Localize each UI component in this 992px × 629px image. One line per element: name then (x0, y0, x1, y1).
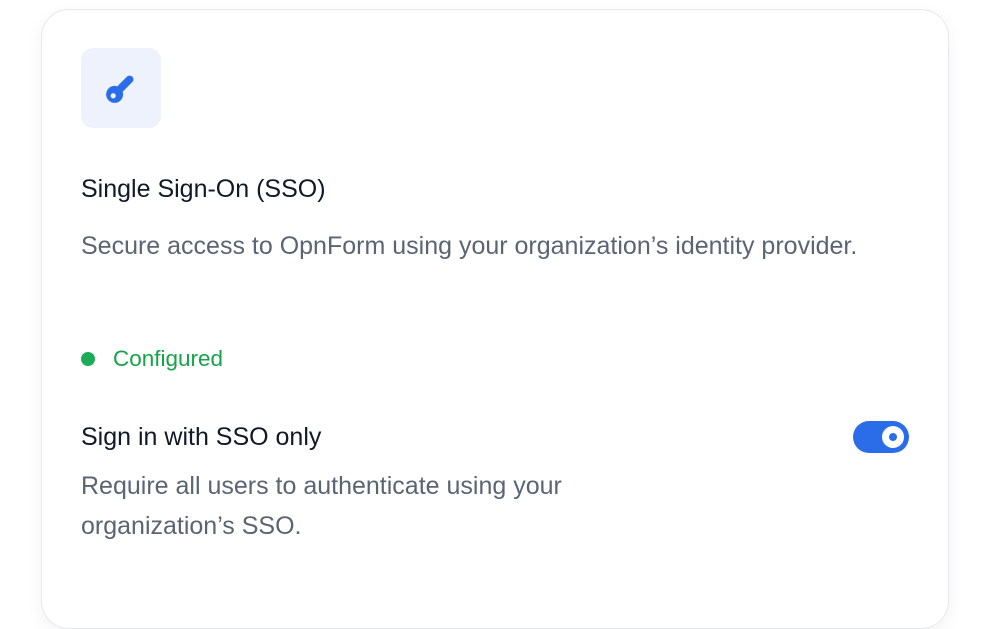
status-indicator: Configured (81, 344, 223, 374)
sso-only-label: Sign in with SSO only (81, 423, 322, 451)
status-dot-icon (81, 352, 95, 366)
card-title: Single Sign-On (SSO) (81, 175, 326, 203)
sso-settings-card: Single Sign-On (SSO) Secure access to Op… (41, 9, 949, 629)
card-description: Secure access to OpnForm using your orga… (81, 232, 858, 260)
key-icon (106, 75, 134, 103)
sso-icon-tile (81, 48, 161, 128)
sso-only-description: Require all users to authenticate using … (81, 472, 562, 540)
sso-only-toggle[interactable] (853, 421, 909, 453)
status-label: Configured (113, 346, 224, 371)
toggle-knob (882, 426, 904, 448)
toggle-knob-dot (889, 433, 897, 441)
